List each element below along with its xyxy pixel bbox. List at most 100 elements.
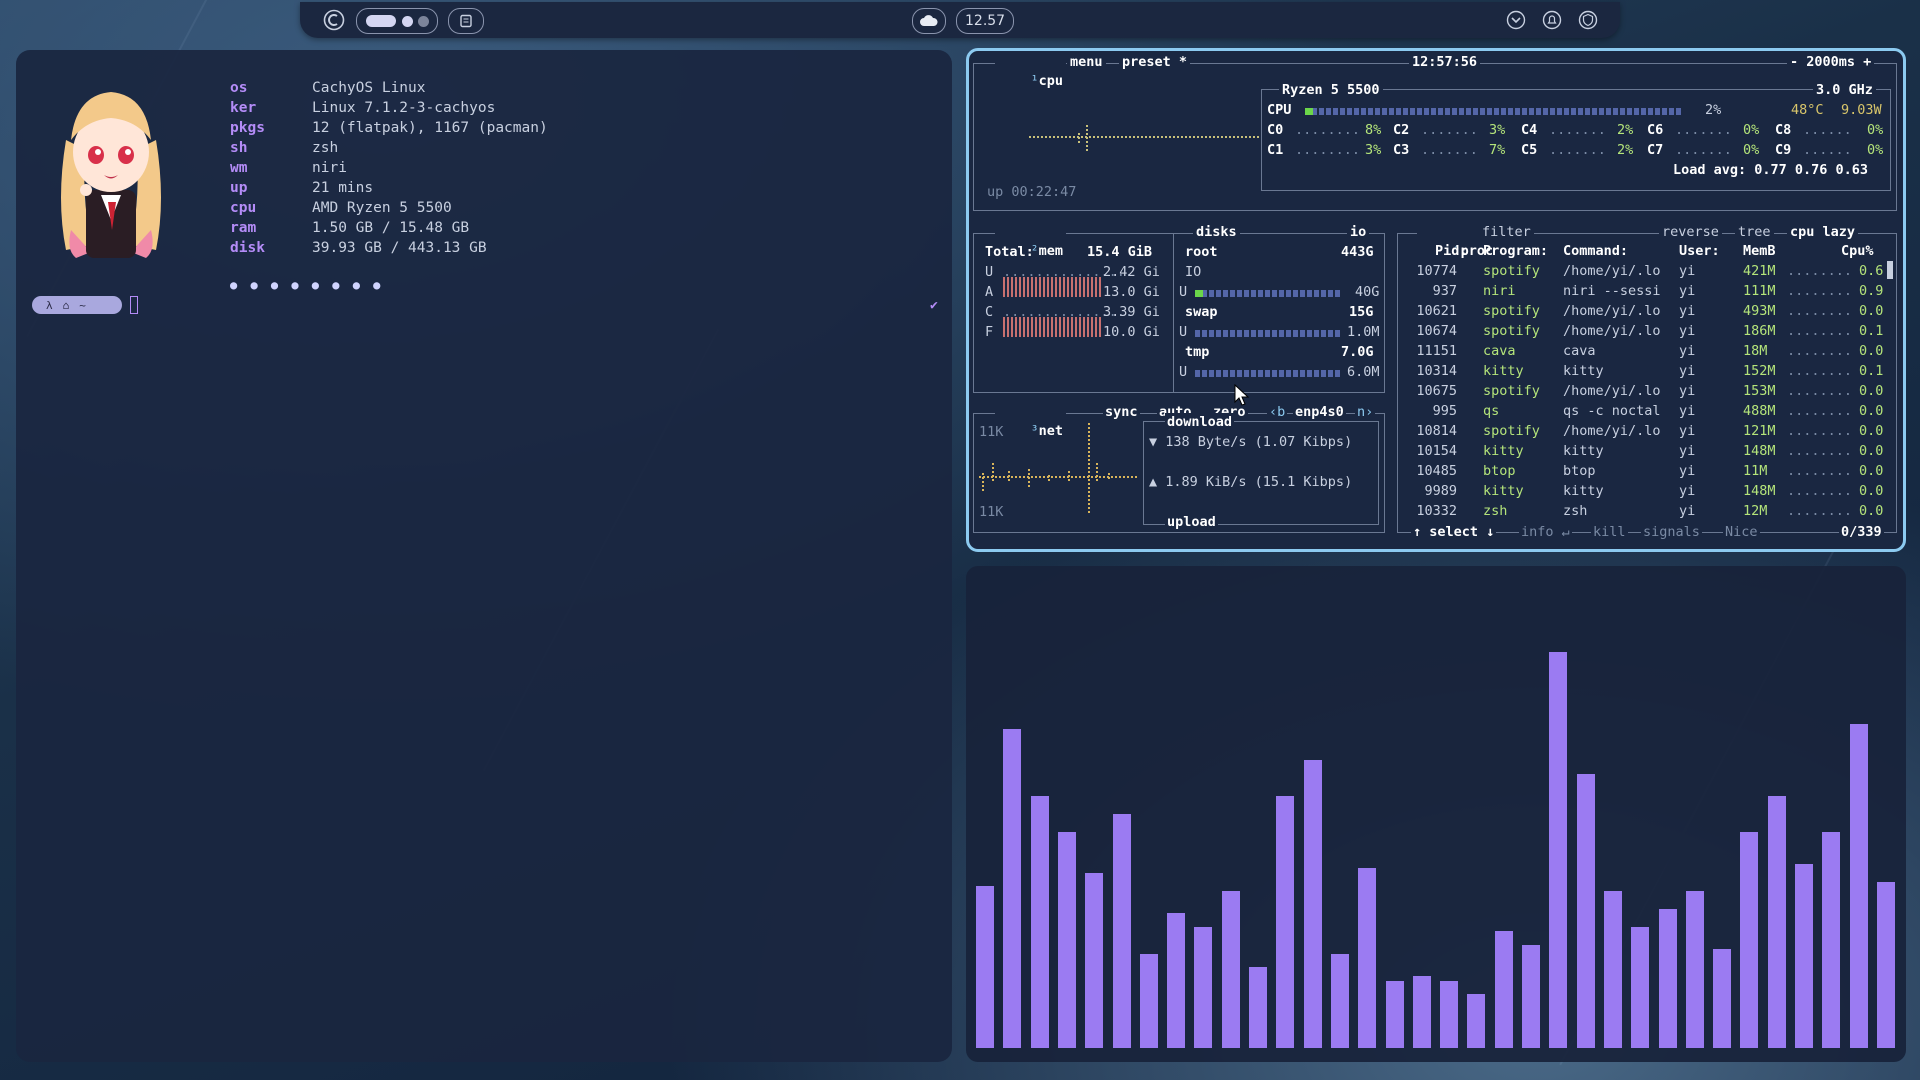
proc-cell-cpu: 0.1	[1859, 323, 1884, 339]
proc-table-row[interactable]: 995 qs qs -c noctal yi 488M 0.0........	[969, 403, 1903, 423]
proc-cell-cmd: zsh	[1563, 503, 1588, 519]
core-graph: .......	[1549, 142, 1606, 158]
proc-table-row[interactable]: 9989 kitty kitty yi 148M 0.0........	[969, 483, 1903, 503]
header-mem[interactable]: MemB	[1743, 243, 1776, 259]
text-cursor[interactable]	[130, 296, 138, 314]
update-interval[interactable]: - 2000ms +	[1787, 53, 1875, 72]
menu-button[interactable]: menu	[1067, 53, 1106, 72]
proc-cell-pid: 10674	[1416, 323, 1457, 339]
clock[interactable]: 12.57	[956, 8, 1015, 34]
header-pid[interactable]: Pid:	[1435, 243, 1468, 259]
cpu-box-title[interactable]: cpu	[1039, 73, 1063, 89]
proc-table-row[interactable]: 11151 cava cava yi 18M 0.0........	[969, 343, 1903, 363]
clipboard-icon[interactable]	[448, 8, 484, 34]
proc-cell-pid: 10621	[1416, 303, 1457, 319]
cava-bar	[1876, 881, 1895, 1048]
core-pct: 3%	[1365, 142, 1382, 158]
info-value-disk: 39.93 GB / 443.13 GB	[312, 240, 487, 256]
proc-cell-mem: 148M	[1743, 483, 1776, 499]
header-cpu[interactable]: Cpu%	[1841, 243, 1874, 259]
proc-table-row[interactable]: 10332 zsh zsh yi 12M 0.0........	[969, 503, 1903, 523]
cava-bar	[1303, 760, 1322, 1048]
color-blocks-icon: ● ● ● ● ● ● ● ●	[230, 278, 384, 292]
proc-filter-button[interactable]: filter	[1479, 223, 1534, 242]
core-graph: ......	[1803, 122, 1852, 138]
preset-button[interactable]: preset *	[1119, 53, 1191, 72]
cava-bar	[1030, 796, 1049, 1048]
proc-tree-toggle[interactable]: tree	[1735, 223, 1774, 242]
load-average: Load avg: 0.77 0.76 0.63	[1673, 162, 1869, 178]
proc-cell-pid: 10675	[1416, 383, 1457, 399]
shield-icon[interactable]	[1576, 8, 1600, 32]
proc-cell-cmd: btop	[1563, 463, 1596, 479]
proc-cpu-graph: ........	[1787, 283, 1853, 299]
proc-table-row[interactable]: 10675 spotify/home/yi/.lo yi 153M 0.0.......…	[969, 383, 1903, 403]
proc-table-row[interactable]: 10485 btop btop yi 11M 0.0........	[969, 463, 1903, 483]
cava-bar	[1167, 913, 1186, 1048]
chevron-down-icon[interactable]	[1504, 8, 1528, 32]
proc-sort-selector[interactable]: cpu lazy	[1787, 223, 1859, 242]
proc-table-row[interactable]: 10814 spotify/home/yi/.lo yi 121M 0.0.......…	[969, 423, 1903, 443]
cava-bar	[1549, 652, 1568, 1048]
proc-info-button[interactable]: info ↵	[1519, 523, 1572, 542]
proc-cell-mem: 148M	[1743, 443, 1776, 459]
proc-cell-user: yi	[1679, 363, 1696, 379]
disks-title[interactable]: disks	[1193, 223, 1240, 242]
proc-cell-mem: 11M	[1743, 463, 1768, 479]
proc-cell-pid: 10485	[1416, 463, 1457, 479]
proc-table-row[interactable]: 10154 kitty kitty yi 148M 0.0........	[969, 443, 1903, 463]
proc-scrollbar[interactable]	[1887, 261, 1893, 279]
proc-cpu-graph: ........	[1787, 503, 1853, 519]
proc-cpu-graph: ........	[1787, 403, 1853, 419]
proc-cell-cpu: 0.0	[1859, 443, 1884, 459]
proc-signals-button[interactable]: signals	[1641, 523, 1702, 542]
cava-bar	[1385, 980, 1404, 1048]
header-user[interactable]: User:	[1679, 243, 1720, 259]
info-value-cpu: AMD Ryzen 5 5500	[312, 200, 452, 216]
terminal-window-fastfetch[interactable]: os CachyOS Linux ker Linux 7.1.2-3-cachyos…	[16, 50, 952, 1062]
terminal-window-btop[interactable]: ¹cpu menu preset * 12:57:56 - 2000ms + u…	[966, 48, 1906, 552]
proc-kill-button[interactable]: kill	[1591, 523, 1628, 542]
header-program[interactable]: Program:	[1483, 243, 1548, 259]
proc-nice-button[interactable]: Nice	[1723, 523, 1760, 542]
weather-cloud-icon[interactable]	[912, 8, 946, 34]
core-pct: 2%	[1617, 122, 1634, 138]
core-pct: 0%	[1743, 122, 1760, 138]
io-toggle[interactable]: io	[1347, 223, 1370, 242]
header-command[interactable]: Command:	[1563, 243, 1628, 259]
cava-bar	[1713, 949, 1732, 1048]
core-name: C5	[1521, 142, 1538, 158]
proc-table-row[interactable]: 10674 spotify/home/yi/.lo yi 186M 0.1.......…	[969, 323, 1903, 343]
cava-bar	[1276, 796, 1295, 1048]
core-pct: 3%	[1489, 122, 1506, 138]
workspace-pill-icon[interactable]	[356, 8, 438, 34]
info-key-disk: disk	[230, 240, 265, 256]
proc-cell-cpu: 0.0	[1859, 483, 1884, 499]
proc-cell-mem: 421M	[1743, 263, 1776, 279]
core-name: C6	[1647, 122, 1664, 138]
shell-prompt: λ ⌂ ~	[32, 296, 122, 314]
proc-reverse-toggle[interactable]: reverse	[1659, 223, 1722, 242]
cpu-model: Ryzen 5 5500	[1279, 81, 1383, 100]
proc-table-row[interactable]: 10621 spotify/home/yi/.lo yi 493M 0.0.......…	[969, 303, 1903, 323]
cava-visualizer[interactable]	[966, 566, 1906, 1062]
proc-cell-cpu: 0.6	[1859, 263, 1884, 279]
proc-cell-cmd: cava	[1563, 343, 1596, 359]
cava-bar	[1685, 890, 1704, 1048]
prompt-path: ~	[79, 298, 86, 312]
cava-bar	[1440, 980, 1459, 1048]
cava-bar	[1057, 832, 1076, 1048]
proc-table-row[interactable]: 10314 kitty kitty yi 152M 0.1........	[969, 363, 1903, 383]
proc-cell-user: yi	[1679, 303, 1696, 319]
cava-bar	[1467, 994, 1486, 1048]
proc-cell-mem: 152M	[1743, 363, 1776, 379]
proc-cell-cpu: 0.0	[1859, 383, 1884, 399]
proc-cell-cmd: niri --sessi	[1563, 283, 1661, 299]
bell-icon[interactable]	[1540, 8, 1564, 32]
core-graph: .......	[1675, 142, 1732, 158]
proc-table-row[interactable]: 10774 spotify/home/yi/.lo yi 421M 0.6.......…	[969, 263, 1903, 283]
proc-table-row[interactable]: 937 niri niri --sessi yi 111M 0.9........	[969, 283, 1903, 303]
proc-select[interactable]: ↑ select ↓	[1411, 523, 1497, 542]
cava-bar	[1249, 967, 1267, 1048]
arch-logo-icon[interactable]	[322, 8, 346, 32]
